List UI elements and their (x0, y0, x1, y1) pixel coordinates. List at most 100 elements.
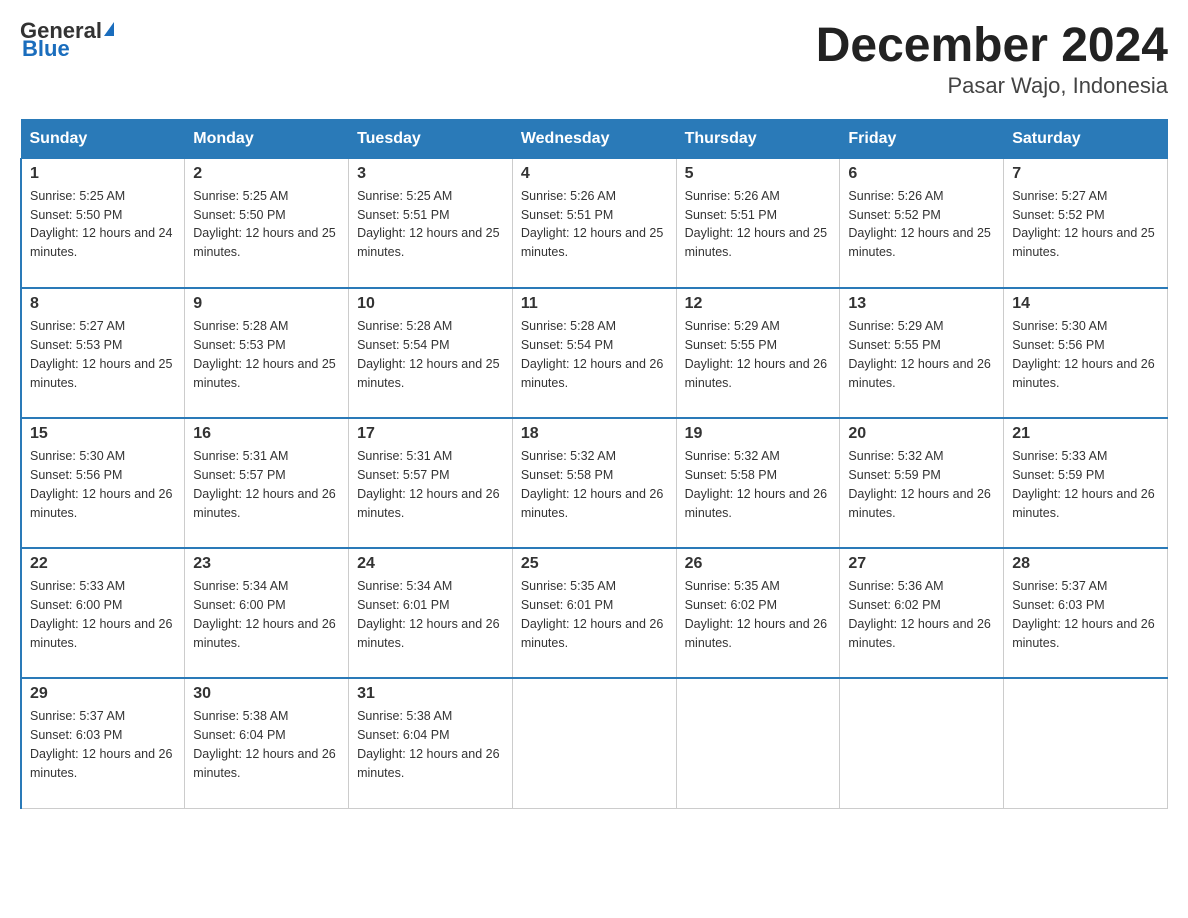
col-monday: Monday (185, 119, 349, 158)
day-info: Sunrise: 5:30 AMSunset: 5:56 PMDaylight:… (30, 447, 176, 522)
calendar-day-cell: 12 Sunrise: 5:29 AMSunset: 5:55 PMDayligh… (676, 288, 840, 418)
calendar-day-cell: 2 Sunrise: 5:25 AMSunset: 5:50 PMDaylight… (185, 158, 349, 288)
day-info: Sunrise: 5:25 AMSunset: 5:50 PMDaylight:… (30, 187, 176, 262)
day-number: 30 (193, 685, 340, 703)
day-number: 6 (848, 165, 995, 183)
day-info: Sunrise: 5:28 AMSunset: 5:54 PMDaylight:… (357, 317, 504, 392)
day-number: 29 (30, 685, 176, 703)
day-number: 31 (357, 685, 504, 703)
calendar-day-cell: 21Sunrise: 5:33 AMSunset: 5:59 PMDayligh… (1004, 418, 1168, 548)
day-info: Sunrise: 5:27 AMSunset: 5:53 PMDaylight:… (30, 317, 176, 392)
day-number: 21 (1012, 425, 1159, 443)
day-number: 28 (1012, 555, 1159, 573)
calendar-day-cell: 15 Sunrise: 5:30 AMSunset: 5:56 PMDayligh… (21, 418, 185, 548)
calendar-day-cell: 28 Sunrise: 5:37 AMSunset: 6:03 PMDayligh… (1004, 548, 1168, 678)
calendar-week-row: 1 Sunrise: 5:25 AMSunset: 5:50 PMDaylight… (21, 158, 1168, 288)
day-info: Sunrise: 5:36 AMSunset: 6:02 PMDaylight:… (848, 577, 995, 652)
day-number: 25 (521, 555, 668, 573)
calendar-day-cell: 1 Sunrise: 5:25 AMSunset: 5:50 PMDaylight… (21, 158, 185, 288)
col-wednesday: Wednesday (512, 119, 676, 158)
calendar-week-row: 15 Sunrise: 5:30 AMSunset: 5:56 PMDayligh… (21, 418, 1168, 548)
day-info: Sunrise: 5:34 AMSunset: 6:00 PMDaylight:… (193, 577, 340, 652)
day-number: 9 (193, 295, 340, 313)
day-info: Sunrise: 5:31 AMSunset: 5:57 PMDaylight:… (357, 447, 504, 522)
col-saturday: Saturday (1004, 119, 1168, 158)
calendar-day-cell: 4Sunrise: 5:26 AMSunset: 5:51 PMDaylight… (512, 158, 676, 288)
day-info: Sunrise: 5:26 AMSunset: 5:51 PMDaylight:… (521, 187, 668, 262)
calendar-day-cell: 20 Sunrise: 5:32 AMSunset: 5:59 PMDayligh… (840, 418, 1004, 548)
col-tuesday: Tuesday (349, 119, 513, 158)
day-number: 16 (193, 425, 340, 443)
calendar-day-cell: 11Sunrise: 5:28 AMSunset: 5:54 PMDayligh… (512, 288, 676, 418)
day-info: Sunrise: 5:34 AMSunset: 6:01 PMDaylight:… (357, 577, 504, 652)
calendar-day-cell: 6 Sunrise: 5:26 AMSunset: 5:52 PMDaylight… (840, 158, 1004, 288)
logo-text-blue: Blue (22, 38, 70, 60)
day-info: Sunrise: 5:37 AMSunset: 6:03 PMDaylight:… (1012, 577, 1159, 652)
calendar-day-cell: 19 Sunrise: 5:32 AMSunset: 5:58 PMDayligh… (676, 418, 840, 548)
calendar-day-cell: 14 Sunrise: 5:30 AMSunset: 5:56 PMDayligh… (1004, 288, 1168, 418)
calendar-day-cell: 30 Sunrise: 5:38 AMSunset: 6:04 PMDayligh… (185, 678, 349, 808)
calendar-day-cell: 23 Sunrise: 5:34 AMSunset: 6:00 PMDayligh… (185, 548, 349, 678)
calendar-day-cell: 5Sunrise: 5:26 AMSunset: 5:51 PMDaylight… (676, 158, 840, 288)
day-info: Sunrise: 5:26 AMSunset: 5:51 PMDaylight:… (685, 187, 832, 262)
calendar-day-cell: 13 Sunrise: 5:29 AMSunset: 5:55 PMDayligh… (840, 288, 1004, 418)
day-number: 22 (30, 555, 176, 573)
day-number: 19 (685, 425, 832, 443)
day-number: 12 (685, 295, 832, 313)
day-info: Sunrise: 5:32 AMSunset: 5:58 PMDaylight:… (685, 447, 832, 522)
calendar-day-cell: 17 Sunrise: 5:31 AMSunset: 5:57 PMDayligh… (349, 418, 513, 548)
day-number: 15 (30, 425, 176, 443)
logo: General Blue (20, 20, 114, 60)
day-info: Sunrise: 5:27 AMSunset: 5:52 PMDaylight:… (1012, 187, 1159, 262)
day-number: 11 (521, 295, 668, 313)
calendar-day-cell: 8 Sunrise: 5:27 AMSunset: 5:53 PMDaylight… (21, 288, 185, 418)
day-number: 14 (1012, 295, 1159, 313)
day-info: Sunrise: 5:25 AMSunset: 5:50 PMDaylight:… (193, 187, 340, 262)
day-info: Sunrise: 5:32 AMSunset: 5:59 PMDaylight:… (848, 447, 995, 522)
day-number: 20 (848, 425, 995, 443)
page-title: December 2024 (816, 20, 1168, 73)
day-number: 10 (357, 295, 504, 313)
calendar-day-cell: 9 Sunrise: 5:28 AMSunset: 5:53 PMDaylight… (185, 288, 349, 418)
day-number: 8 (30, 295, 176, 313)
day-info: Sunrise: 5:32 AMSunset: 5:58 PMDaylight:… (521, 447, 668, 522)
day-number: 1 (30, 165, 176, 183)
day-number: 23 (193, 555, 340, 573)
day-info: Sunrise: 5:26 AMSunset: 5:52 PMDaylight:… (848, 187, 995, 262)
calendar-day-cell (512, 678, 676, 808)
calendar-day-cell (1004, 678, 1168, 808)
day-number: 17 (357, 425, 504, 443)
day-info: Sunrise: 5:25 AMSunset: 5:51 PMDaylight:… (357, 187, 504, 262)
day-info: Sunrise: 5:38 AMSunset: 6:04 PMDaylight:… (193, 707, 340, 782)
calendar-day-cell: 22Sunrise: 5:33 AMSunset: 6:00 PMDayligh… (21, 548, 185, 678)
calendar-day-cell: 7Sunrise: 5:27 AMSunset: 5:52 PMDaylight… (1004, 158, 1168, 288)
calendar-day-cell: 3 Sunrise: 5:25 AMSunset: 5:51 PMDaylight… (349, 158, 513, 288)
title-block: December 2024 Pasar Wajo, Indonesia (816, 20, 1168, 99)
day-number: 13 (848, 295, 995, 313)
calendar-header-row: Sunday Monday Tuesday Wednesday Thursday… (21, 119, 1168, 158)
page-subtitle: Pasar Wajo, Indonesia (816, 73, 1168, 99)
day-info: Sunrise: 5:29 AMSunset: 5:55 PMDaylight:… (848, 317, 995, 392)
day-number: 2 (193, 165, 340, 183)
page-header: General Blue December 2024 Pasar Wajo, I… (20, 20, 1168, 99)
calendar-day-cell: 18 Sunrise: 5:32 AMSunset: 5:58 PMDayligh… (512, 418, 676, 548)
calendar-table: Sunday Monday Tuesday Wednesday Thursday… (20, 119, 1168, 809)
day-info: Sunrise: 5:35 AMSunset: 6:01 PMDaylight:… (521, 577, 668, 652)
calendar-week-row: 22Sunrise: 5:33 AMSunset: 6:00 PMDayligh… (21, 548, 1168, 678)
day-info: Sunrise: 5:29 AMSunset: 5:55 PMDaylight:… (685, 317, 832, 392)
calendar-day-cell: 25 Sunrise: 5:35 AMSunset: 6:01 PMDayligh… (512, 548, 676, 678)
day-info: Sunrise: 5:28 AMSunset: 5:53 PMDaylight:… (193, 317, 340, 392)
calendar-day-cell (840, 678, 1004, 808)
calendar-week-row: 29 Sunrise: 5:37 AMSunset: 6:03 PMDayligh… (21, 678, 1168, 808)
calendar-day-cell: 29 Sunrise: 5:37 AMSunset: 6:03 PMDayligh… (21, 678, 185, 808)
day-info: Sunrise: 5:35 AMSunset: 6:02 PMDaylight:… (685, 577, 832, 652)
day-number: 3 (357, 165, 504, 183)
day-number: 27 (848, 555, 995, 573)
day-number: 18 (521, 425, 668, 443)
calendar-day-cell: 16Sunrise: 5:31 AMSunset: 5:57 PMDayligh… (185, 418, 349, 548)
col-friday: Friday (840, 119, 1004, 158)
day-info: Sunrise: 5:30 AMSunset: 5:56 PMDaylight:… (1012, 317, 1159, 392)
day-number: 24 (357, 555, 504, 573)
calendar-day-cell: 10 Sunrise: 5:28 AMSunset: 5:54 PMDayligh… (349, 288, 513, 418)
day-info: Sunrise: 5:37 AMSunset: 6:03 PMDaylight:… (30, 707, 176, 782)
